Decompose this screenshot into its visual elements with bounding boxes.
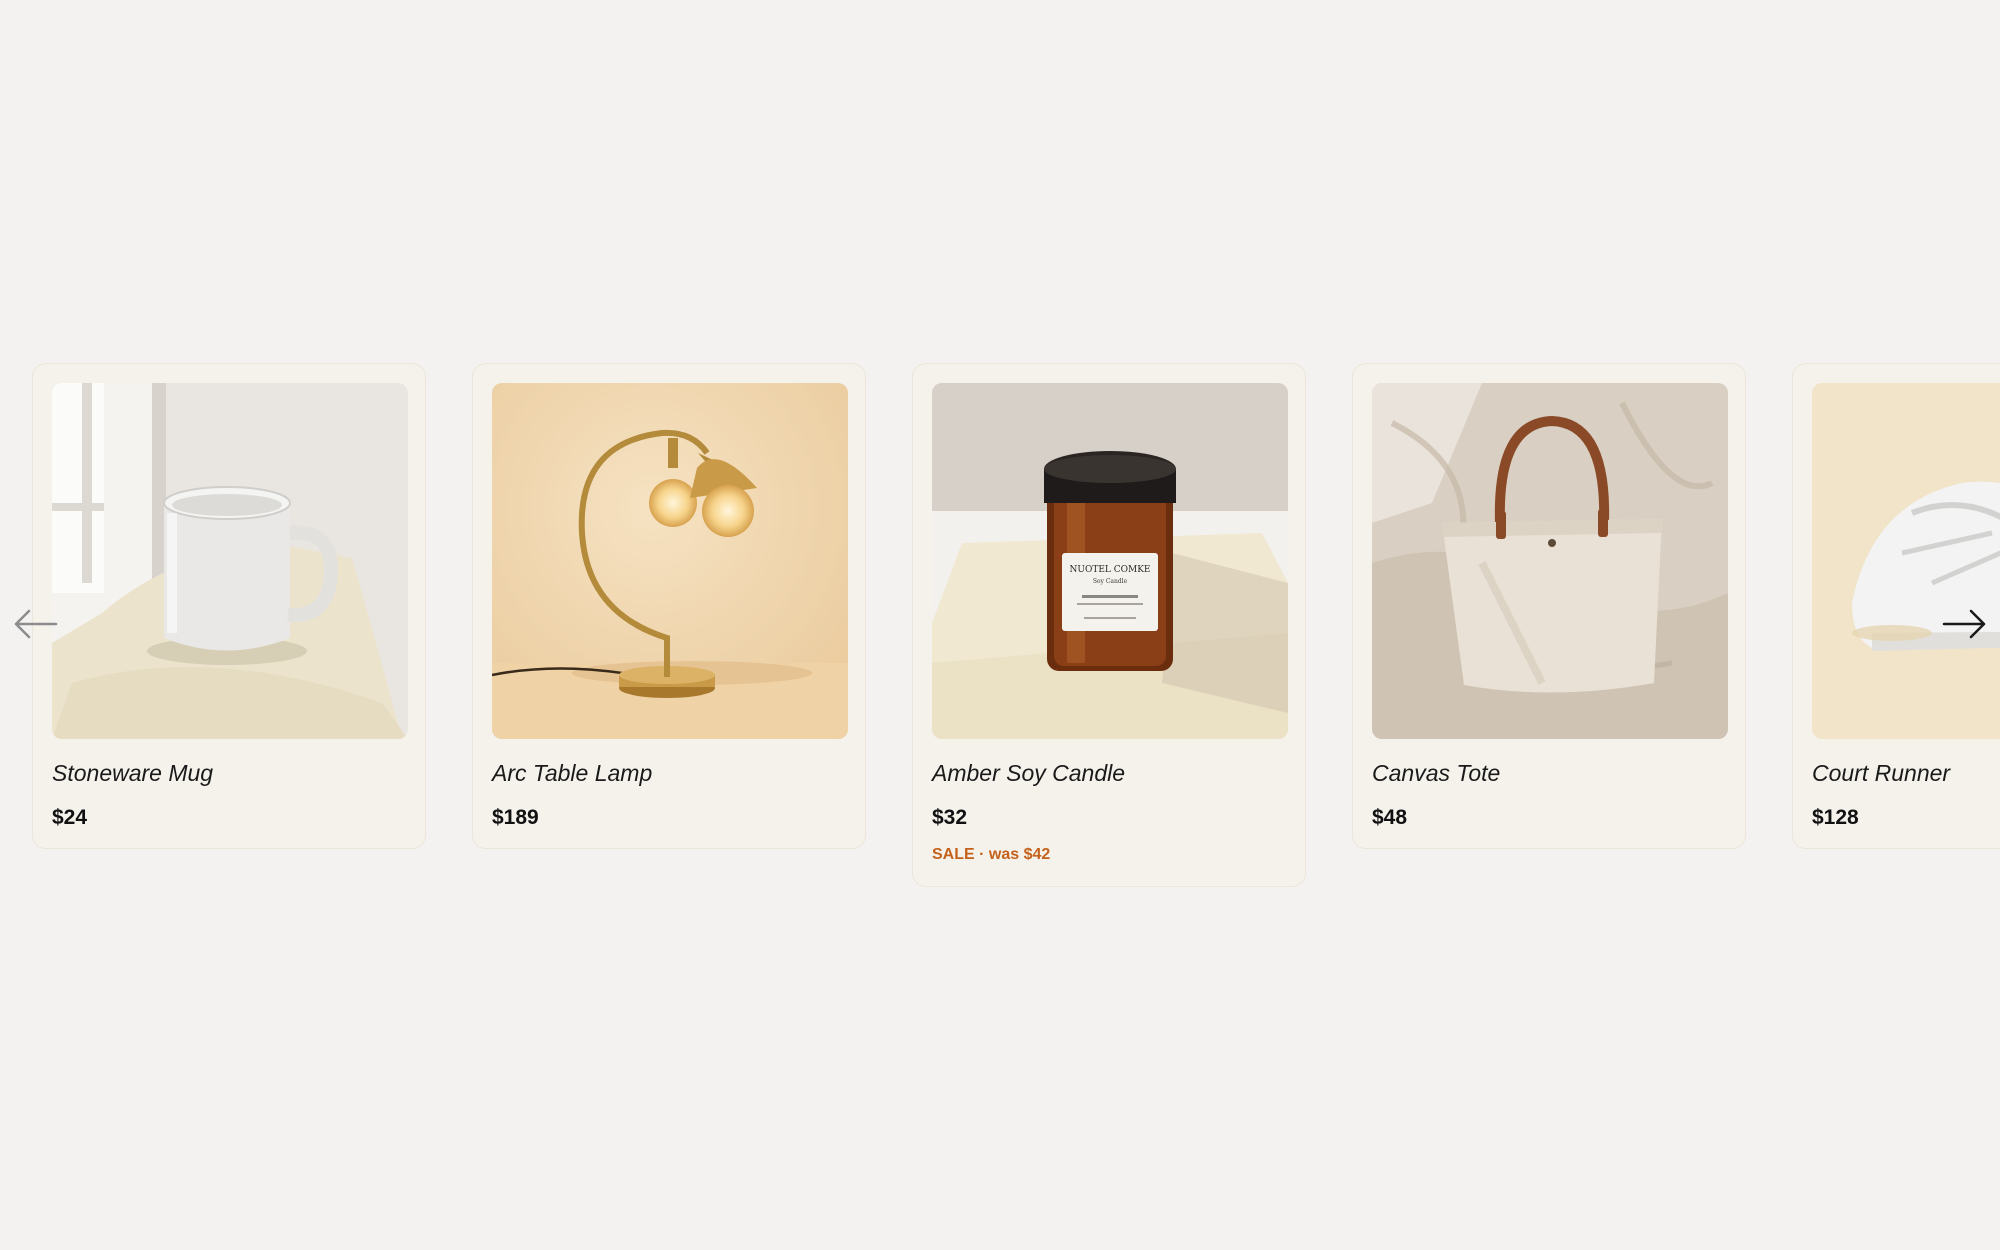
product-price: $32	[932, 806, 968, 829]
product-image-court-runner[interactable]	[1812, 383, 2000, 739]
arrow-right-icon	[1942, 609, 1986, 639]
product-image-canvas-tote[interactable]	[1372, 383, 1728, 739]
product-card-canvas-tote[interactable]: Canvas Tote $48	[1352, 363, 1746, 849]
product-image-stoneware-mug[interactable]	[52, 383, 408, 739]
product-card-amber-soy-candle[interactable]: NUOTEL COMKE Soy Candle Amber Soy Candle…	[912, 363, 1306, 887]
arrow-left-icon	[14, 609, 58, 639]
product-title[interactable]: Stoneware Mug	[52, 759, 406, 787]
product-card-stoneware-mug[interactable]: Stoneware Mug $24	[32, 363, 426, 849]
candle-label-brand: NUOTEL COMKE	[1069, 565, 1150, 575]
product-image-amber-soy-candle[interactable]: NUOTEL COMKE Soy Candle	[932, 383, 1288, 739]
candle-label-type: Soy Candle	[1093, 578, 1128, 585]
carousel-prev-button[interactable]	[12, 606, 58, 642]
product-title[interactable]: Canvas Tote	[1372, 759, 1726, 787]
mug-photo	[52, 383, 408, 739]
lamp-photo	[492, 383, 848, 739]
product-title[interactable]: Arc Table Lamp	[492, 759, 846, 787]
carousel-next-button[interactable]	[1942, 606, 1988, 642]
product-price: $48	[1372, 806, 1408, 829]
product-title[interactable]: Amber Soy Candle	[932, 759, 1286, 787]
tote-photo	[1372, 383, 1728, 739]
sneaker-photo	[1812, 383, 2000, 739]
product-price: $128	[1812, 806, 1859, 829]
product-price: $24	[52, 806, 88, 829]
product-title[interactable]: Court Runner	[1812, 759, 2000, 787]
sale-note: SALE · was $42	[932, 846, 1051, 863]
product-carousel: Stoneware Mug $24 Arc Table Lamp $189 NU…	[0, 0, 2000, 1250]
product-image-arc-table-lamp[interactable]	[492, 383, 848, 739]
product-card-arc-table-lamp[interactable]: Arc Table Lamp $189	[472, 363, 866, 849]
product-price: $189	[492, 806, 539, 829]
candle-photo: NUOTEL COMKE Soy Candle	[932, 383, 1288, 739]
